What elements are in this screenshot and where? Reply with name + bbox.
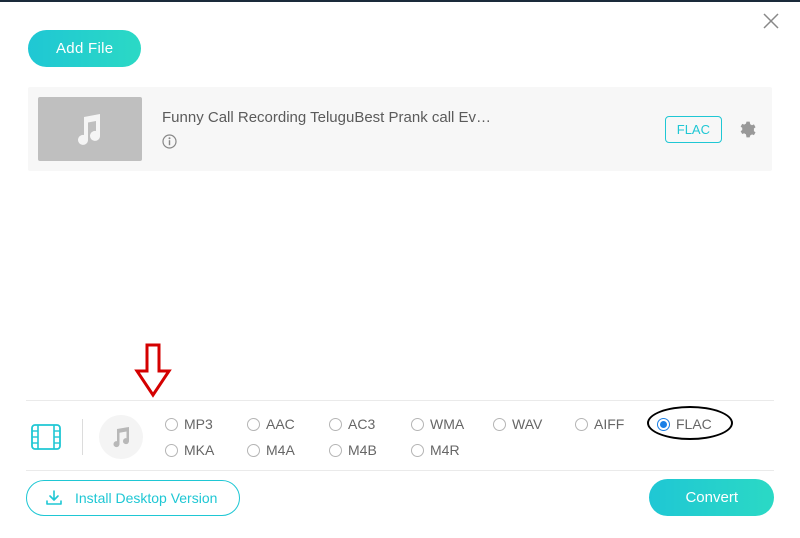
arrow-annotation <box>133 343 173 399</box>
separator <box>82 419 83 455</box>
format-label: AAC <box>266 416 295 432</box>
format-radio-mp3[interactable]: MP3 <box>165 416 247 432</box>
format-radio-m4b[interactable]: M4B <box>329 442 411 458</box>
format-label: MP3 <box>184 416 213 432</box>
format-label: M4B <box>348 442 377 458</box>
radio-circle <box>411 444 424 457</box>
music-note-icon <box>109 425 133 449</box>
format-label: MKA <box>184 442 214 458</box>
divider <box>26 400 774 401</box>
info-icon[interactable] <box>162 134 178 150</box>
radio-circle <box>493 418 506 431</box>
format-radio-m4a[interactable]: M4A <box>247 442 329 458</box>
format-label: AC3 <box>348 416 375 432</box>
audio-tab-button[interactable] <box>99 415 143 459</box>
radio-circle <box>247 444 260 457</box>
format-label: M4A <box>266 442 295 458</box>
format-radio-mka[interactable]: MKA <box>165 442 247 458</box>
format-radio-aac[interactable]: AAC <box>247 416 329 432</box>
format-radio-ac3[interactable]: AC3 <box>329 416 411 432</box>
file-thumbnail <box>38 97 142 161</box>
download-icon <box>45 490 63 506</box>
close-icon <box>763 13 779 29</box>
radio-circle <box>657 418 670 431</box>
radio-circle <box>329 418 342 431</box>
format-selector-row: MP3 AAC AC3 WMA WAV AIFF FLAC MKA M4A M4B M4R <box>26 415 774 459</box>
film-icon <box>31 424 61 450</box>
radio-circle <box>165 418 178 431</box>
install-desktop-label: Install Desktop Version <box>75 490 217 506</box>
format-badge[interactable]: FLAC <box>665 116 722 143</box>
convert-button[interactable]: Convert <box>649 479 774 516</box>
format-label: WAV <box>512 416 542 432</box>
format-label: FLAC <box>676 416 712 432</box>
divider <box>26 470 774 471</box>
radio-circle <box>411 418 424 431</box>
file-item: Funny Call Recording TeluguBest Prank ca… <box>28 87 772 171</box>
format-radio-m4r[interactable]: M4R <box>411 442 493 458</box>
radio-circle <box>575 418 588 431</box>
format-radio-aiff[interactable]: AIFF <box>575 416 657 432</box>
format-label: AIFF <box>594 416 624 432</box>
format-radio-flac[interactable]: FLAC <box>657 416 739 432</box>
format-label: WMA <box>430 416 464 432</box>
radio-circle <box>329 444 342 457</box>
radio-circle <box>165 444 178 457</box>
format-radio-wav[interactable]: WAV <box>493 416 575 432</box>
settings-button[interactable] <box>736 119 756 139</box>
add-file-button[interactable]: Add File <box>28 30 141 67</box>
install-desktop-button[interactable]: Install Desktop Version <box>26 480 240 516</box>
format-radio-wma[interactable]: WMA <box>411 416 493 432</box>
close-button[interactable] <box>760 10 782 32</box>
music-note-icon <box>70 109 110 149</box>
video-tab-button[interactable] <box>26 417 66 457</box>
file-title: Funny Call Recording TeluguBest Prank ca… <box>162 109 582 126</box>
gear-icon <box>737 120 756 139</box>
radio-circle <box>247 418 260 431</box>
format-label: M4R <box>430 442 460 458</box>
